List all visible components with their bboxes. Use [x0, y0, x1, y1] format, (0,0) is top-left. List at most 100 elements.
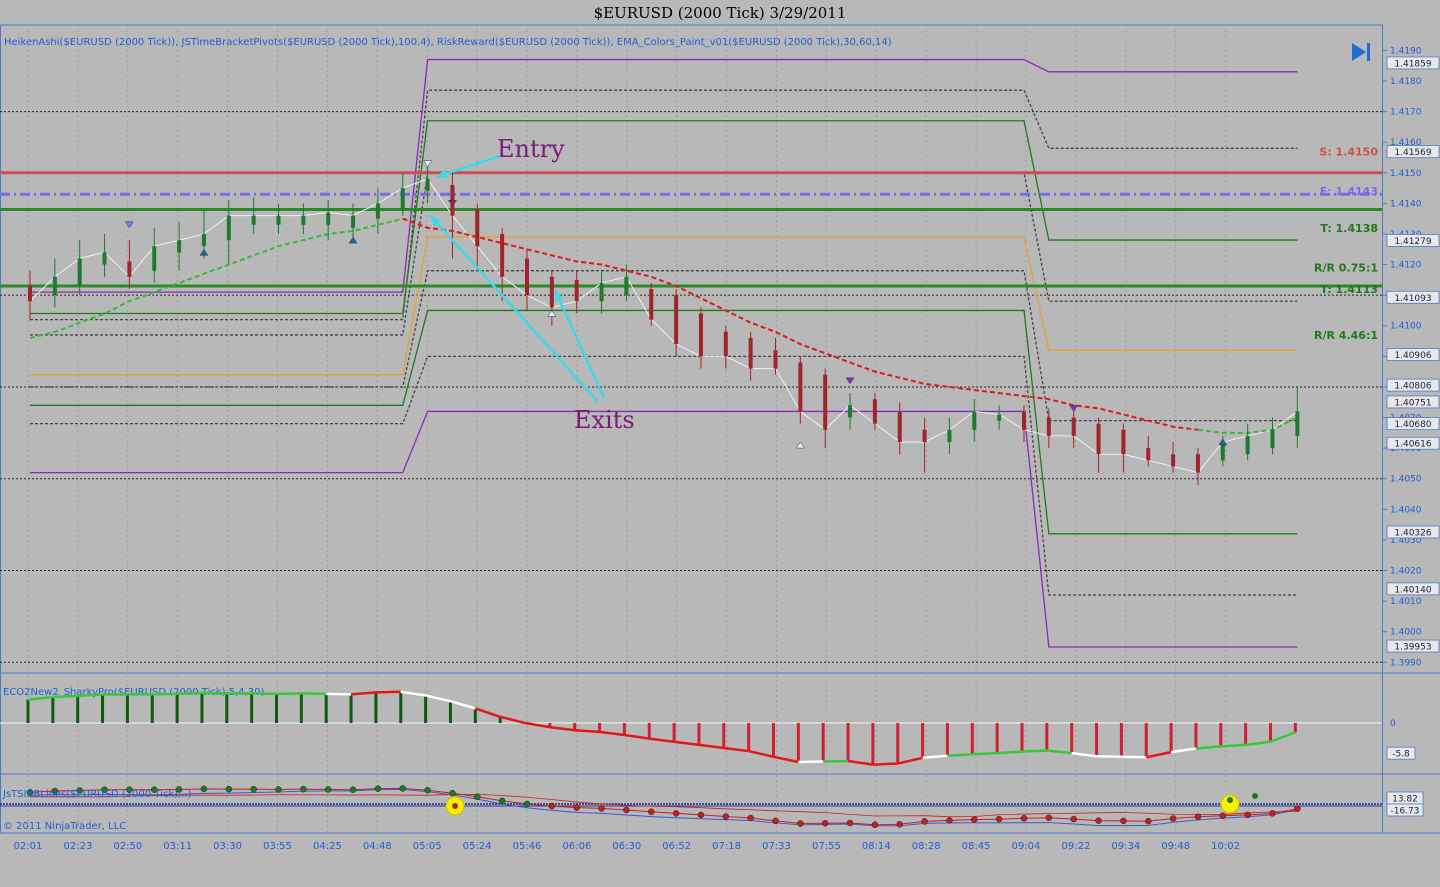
tsi-panel-label: JsTSIBBLines($EURUSD (2000 Tick),..): [2, 789, 192, 800]
price-marker-value: 1.41093: [1394, 294, 1431, 304]
tsi-dot: [374, 785, 382, 792]
candle-body: [599, 282, 604, 302]
y-tick-label: 1.4170: [1390, 108, 1422, 118]
candle-body: [500, 233, 505, 277]
tsi-dot: [548, 802, 556, 810]
candle-body: [127, 261, 132, 277]
candle-body: [52, 276, 57, 296]
candle-body: [823, 374, 828, 430]
x-tick-label: 03:55: [263, 841, 292, 852]
osc-signal-line: [400, 690, 426, 697]
price-marker-value: 1.40140: [1394, 585, 1431, 595]
x-tick-label: 06:52: [662, 841, 691, 852]
tsi-dot: [498, 797, 506, 805]
copyright-label: © 2011 NinjaTrader, LLC: [3, 821, 126, 832]
osc-signal-line: [524, 721, 551, 729]
osc-signal-line: [177, 691, 203, 696]
price-marker-value: 1.40616: [1394, 440, 1431, 450]
price-marker-value: 1.40806: [1394, 382, 1431, 392]
close-line: [29, 178, 1298, 474]
candle-body: [276, 215, 281, 225]
price-marker-value: 1.40680: [1394, 420, 1431, 430]
tsi-dot: [921, 818, 928, 825]
osc-signal-line: [723, 746, 749, 753]
rr-ratio2-label: R/R 4.46:1: [1314, 329, 1378, 342]
x-tick-label: 07:33: [762, 841, 791, 852]
signal-triangle-marker: [1069, 405, 1079, 412]
osc-signal-line: [425, 694, 451, 703]
x-tick-label: 05:24: [463, 841, 492, 852]
osc-signal-line: [673, 740, 700, 747]
pivot-line-purple-top: [30, 58, 1298, 293]
signal-triangle-marker: [348, 236, 358, 244]
y-tick-label: 1.4150: [1390, 169, 1422, 179]
entry-annotation: Entry: [497, 135, 565, 163]
candle-body: [301, 215, 306, 225]
rr-stop-label: S: 1.4150: [1319, 145, 1378, 158]
candle-body: [251, 215, 256, 225]
candle-body: [1245, 435, 1250, 455]
rr-entry-label: E: 1.4143: [1320, 185, 1378, 198]
candle-body: [201, 233, 206, 247]
x-tick-label: 07:18: [712, 841, 741, 852]
tsi-dot: [449, 789, 456, 797]
candle-body: [897, 411, 902, 443]
tsi-dot: [648, 808, 655, 816]
osc-signal-line: [499, 715, 526, 725]
y-tick-label: 1.4180: [1390, 77, 1422, 87]
tsi-dot: [623, 806, 630, 814]
x-tick-label: 08:28: [912, 841, 941, 852]
candle-body: [1071, 417, 1076, 436]
x-tick-label: 03:30: [213, 841, 242, 852]
pivot-line-dash-3: [30, 270, 1298, 422]
tsi-dot: [1252, 793, 1258, 799]
osc-signal-line: [1195, 745, 1221, 750]
candle-body: [872, 399, 877, 424]
tsi-dot: [225, 785, 233, 793]
x-tick-label: 09:48: [1161, 841, 1190, 852]
y-tick-label: 1.4010: [1390, 597, 1422, 607]
pivot-line-purple-bottom: [30, 410, 1298, 648]
osc-signal-line: [251, 692, 277, 696]
y-tick-label: 1.4040: [1390, 505, 1422, 515]
y-tick-label: 1.3990: [1390, 658, 1422, 668]
exits-annotation: Exits: [574, 406, 635, 434]
tsi-dot: [896, 821, 903, 828]
price-marker-value: 1.41859: [1394, 59, 1431, 69]
candle-body: [102, 252, 107, 265]
osc-signal-line: [798, 760, 824, 764]
x-tick-label: 08:14: [862, 841, 891, 852]
candle-body: [574, 279, 579, 302]
price-marker-value: 1.40906: [1394, 351, 1431, 361]
osc-signal-line: [748, 749, 774, 759]
candle-body: [28, 285, 32, 302]
tsi-dot: [1045, 814, 1053, 822]
osc-signal-line: [972, 751, 998, 756]
tsi-value-label: -16.73: [1390, 807, 1419, 817]
tsi-dot: [846, 819, 854, 827]
x-tick-label: 02:50: [113, 841, 142, 852]
tsi-dot: [250, 785, 257, 793]
tsi-dot: [1294, 805, 1301, 812]
tsi-dot: [971, 816, 978, 823]
osc-signal-line: [847, 759, 874, 766]
candle-body: [997, 414, 1002, 421]
tsi-dot: [573, 804, 580, 811]
y-tick-label: 1.4100: [1390, 322, 1422, 332]
candle-body: [1046, 417, 1051, 436]
x-tick-label: 04:48: [363, 841, 392, 852]
rr-target1-label: T: 1.4138: [1320, 222, 1378, 235]
tsi-dot: [747, 814, 754, 822]
candle-body: [922, 429, 927, 443]
osc-signal-line: [574, 729, 600, 734]
osc-signal-line: [1220, 743, 1246, 748]
y-tick-label: 1.4140: [1390, 199, 1422, 209]
tsi-dot: [1169, 815, 1177, 822]
signal-triangle-marker: [199, 248, 209, 256]
candle-body: [848, 405, 853, 418]
candle-body: [947, 429, 952, 443]
tsi-dot: [523, 800, 531, 808]
candle-body: [748, 337, 753, 369]
osc-signal-line: [301, 692, 327, 696]
osc-signal-line: [326, 692, 352, 696]
